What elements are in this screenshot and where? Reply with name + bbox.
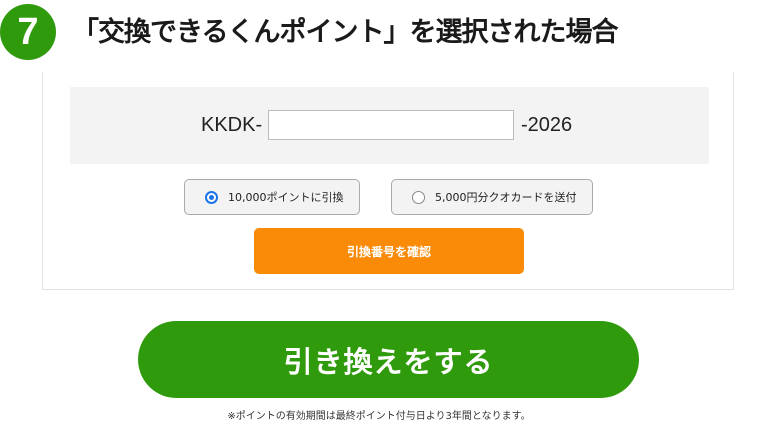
points-validity-note: ※ポイントの有効期間は最終ポイント付与日より3年間となります。: [227, 411, 531, 422]
code-prefix-label: KKDK-: [201, 114, 263, 136]
confirm-code-button[interactable]: 引換番号を確認: [254, 228, 524, 274]
redeem-form-panel: KKDK- -2026 10,000ポイントに引換 5,000円分クオカードを送…: [42, 72, 734, 290]
redeem-button[interactable]: 引き換えをする: [138, 321, 639, 398]
code-suffix-label: -2026: [521, 114, 573, 136]
option-points-label: 10,000ポイントに引換: [228, 191, 344, 204]
step-number-badge: 7: [0, 4, 56, 60]
option-quo-card[interactable]: 5,000円分クオカードを送付: [391, 179, 593, 215]
redemption-code-box: KKDK- -2026: [70, 87, 709, 164]
option-quo-card-label: 5,000円分クオカードを送付: [435, 191, 577, 204]
radio-unselected-icon[interactable]: [412, 190, 425, 204]
option-points[interactable]: 10,000ポイントに引換: [184, 179, 360, 215]
step-heading: 「交換できるくんポイント」を選択された場合: [72, 17, 618, 48]
radio-selected-icon[interactable]: [205, 190, 218, 204]
redemption-code-input[interactable]: [268, 110, 514, 140]
